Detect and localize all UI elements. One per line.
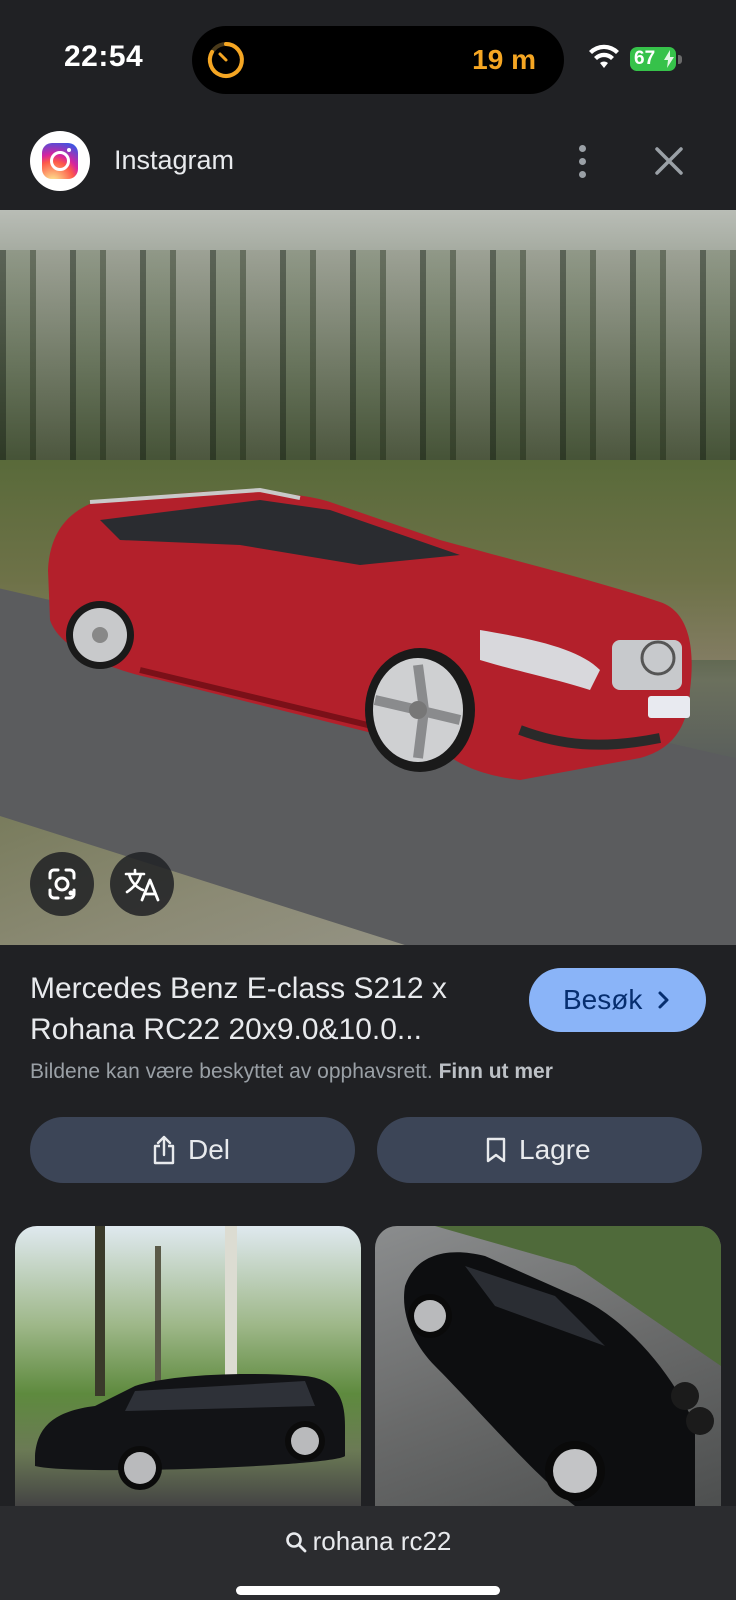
status-bar: 22:54 19 m 67 bbox=[0, 0, 736, 120]
search-query-text: rohana rc22 bbox=[312, 1526, 452, 1556]
battery-tip bbox=[678, 55, 682, 64]
wifi-icon bbox=[589, 44, 619, 68]
instagram-logo-gradient bbox=[42, 143, 78, 179]
source-header: Instagram bbox=[0, 120, 736, 210]
visit-button[interactable]: Besøk bbox=[529, 968, 706, 1032]
chevron-right-icon bbox=[658, 991, 669, 1009]
learn-more-link[interactable]: Finn ut mer bbox=[439, 1060, 553, 1083]
bottom-search-bar[interactable]: rohana rc22 bbox=[0, 1506, 736, 1600]
search-query-row[interactable]: rohana rc22 bbox=[0, 1526, 736, 1557]
save-label: Lagre bbox=[519, 1134, 591, 1165]
translate-icon bbox=[124, 868, 160, 902]
bookmark-icon bbox=[486, 1137, 506, 1163]
instagram-logo-lens bbox=[50, 151, 70, 171]
battery-icon: 67 bbox=[630, 47, 676, 71]
timer-remaining: 19 m bbox=[472, 44, 536, 75]
related-image-black-wagon-road[interactable] bbox=[375, 1226, 721, 1506]
charging-bolt-icon bbox=[664, 50, 674, 68]
more-dot bbox=[578, 171, 586, 178]
save-button[interactable]: Lagre bbox=[377, 1117, 702, 1183]
google-lens-icon bbox=[48, 868, 76, 900]
visit-label: Besøk bbox=[563, 984, 643, 1015]
lens-search-button[interactable] bbox=[30, 852, 94, 916]
battery-level: 67 bbox=[634, 48, 656, 69]
black-wagon-thumbnail bbox=[35, 1226, 345, 1490]
more-dot bbox=[578, 145, 586, 152]
status-time: 22:54 bbox=[64, 40, 144, 73]
copyright-text: Bildene kan være beskyttet av opphavsret… bbox=[30, 1060, 433, 1083]
share-button[interactable]: Del bbox=[30, 1117, 355, 1183]
translate-button[interactable] bbox=[110, 852, 174, 916]
share-icon bbox=[153, 1135, 175, 1165]
black-wagon-road-thumbnail bbox=[404, 1226, 721, 1506]
dynamic-island[interactable]: 19 m bbox=[192, 26, 564, 94]
red-station-wagon-image bbox=[48, 487, 692, 780]
home-indicator[interactable] bbox=[236, 1586, 500, 1595]
source-name[interactable]: Instagram bbox=[114, 145, 234, 176]
instagram-logo-dot bbox=[67, 148, 71, 152]
share-label: Del bbox=[188, 1134, 231, 1165]
copyright-notice: Bildene kan være beskyttet av opphavsret… bbox=[30, 1060, 553, 1084]
instagram-logo-icon[interactable] bbox=[30, 131, 90, 191]
more-options-icon[interactable] bbox=[570, 142, 594, 180]
result-image[interactable] bbox=[0, 210, 736, 945]
more-dot bbox=[578, 158, 586, 165]
timer-icon bbox=[207, 42, 244, 78]
close-icon[interactable] bbox=[652, 144, 686, 178]
search-icon bbox=[285, 1531, 307, 1552]
result-title[interactable]: Mercedes Benz E-class S212 x Rohana RC22… bbox=[30, 968, 500, 1050]
related-image-black-wagon-park[interactable] bbox=[15, 1226, 361, 1506]
